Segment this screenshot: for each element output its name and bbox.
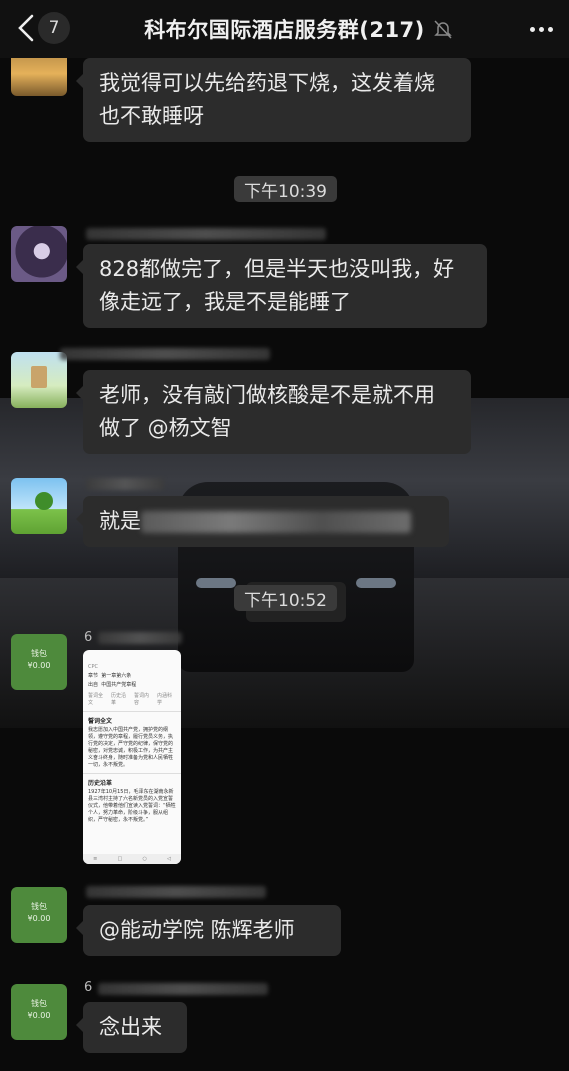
avatar[interactable] xyxy=(11,478,67,534)
avatar[interactable] xyxy=(11,352,67,408)
image-section-text: 我志愿加入中国共产党，拥护党的纲领，遵守党的章程，履行党员义务，执行党的决定，严… xyxy=(88,727,174,768)
sender-name-blurred xyxy=(98,632,182,644)
avatar-label: 钱包 xyxy=(31,999,47,1008)
sender-name-blurred xyxy=(86,228,326,240)
avatar-amount: ¥0.00 xyxy=(27,1011,51,1020)
message-bubble[interactable]: 我觉得可以先给药退下烧，这发着烧也不敢睡呀 xyxy=(76,58,471,142)
sender-name: 6 xyxy=(84,630,93,645)
image-section-text: 1927年10月15日，毛泽东在湖南永新县三湾村主持了六名新党员的入党宣誓仪式，… xyxy=(88,789,176,823)
avatar[interactable] xyxy=(11,226,67,282)
mute-bell-icon xyxy=(434,20,452,39)
message-bubble[interactable]: 828都做完了，但是半天也没叫我，好像走远了，我是不是能睡了 xyxy=(76,244,487,328)
image-nav-bar: ≡ □ ○ ◁ xyxy=(83,854,181,864)
sender-name-blurred xyxy=(86,886,266,898)
image-field-row: 出自 中国共产党章程 xyxy=(88,682,137,688)
shared-image[interactable]: CPC 章节 第一章第六条 出自 中国共产党章程 誓词全文 历史沿革 誓词内容 内涵科… xyxy=(83,650,181,864)
message-bubble[interactable]: @能动学院 陈辉老师 xyxy=(76,905,341,956)
blurred-text xyxy=(141,511,411,533)
sender-name-blurred xyxy=(98,983,268,995)
image-field-row: 章节 第一章第六条 xyxy=(88,673,132,679)
avatar[interactable]: 钱包 ¥0.00 xyxy=(11,984,67,1040)
timestamp: 下午10:39 xyxy=(234,176,337,202)
avatar-amount: ¥0.00 xyxy=(27,661,51,670)
image-brand: CPC xyxy=(88,664,98,670)
avatar-label: 钱包 xyxy=(31,902,47,911)
chat-header: 7 科布尔国际酒店服务群(217) xyxy=(0,0,569,58)
message-text: 就是 xyxy=(99,509,141,533)
group-title: 科布尔国际酒店服务群(217) xyxy=(144,18,425,42)
more-options-icon[interactable] xyxy=(526,14,556,44)
sender-name-blurred xyxy=(86,478,164,490)
avatar[interactable]: 钱包 ¥0.00 xyxy=(11,887,67,943)
message-bubble[interactable]: 就是 xyxy=(76,496,449,547)
image-section-title: 历史沿革 xyxy=(88,780,113,787)
image-tabs: 誓词全文 历史沿革 誓词内容 内涵科学 xyxy=(88,693,173,706)
sender-name: 6 xyxy=(84,980,93,995)
sender-name-blurred xyxy=(60,348,270,360)
avatar[interactable]: 钱包 ¥0.00 xyxy=(11,634,67,690)
message-bubble[interactable]: 老师，没有敲门做核酸是不是就不用做了 @杨文智 xyxy=(76,370,471,454)
message-bubble[interactable]: 念出来 xyxy=(76,1002,187,1053)
avatar-label: 钱包 xyxy=(31,649,47,658)
avatar-amount: ¥0.00 xyxy=(27,914,51,923)
image-section-title: 誓词全文 xyxy=(88,718,113,725)
timestamp: 下午10:52 xyxy=(234,585,337,611)
